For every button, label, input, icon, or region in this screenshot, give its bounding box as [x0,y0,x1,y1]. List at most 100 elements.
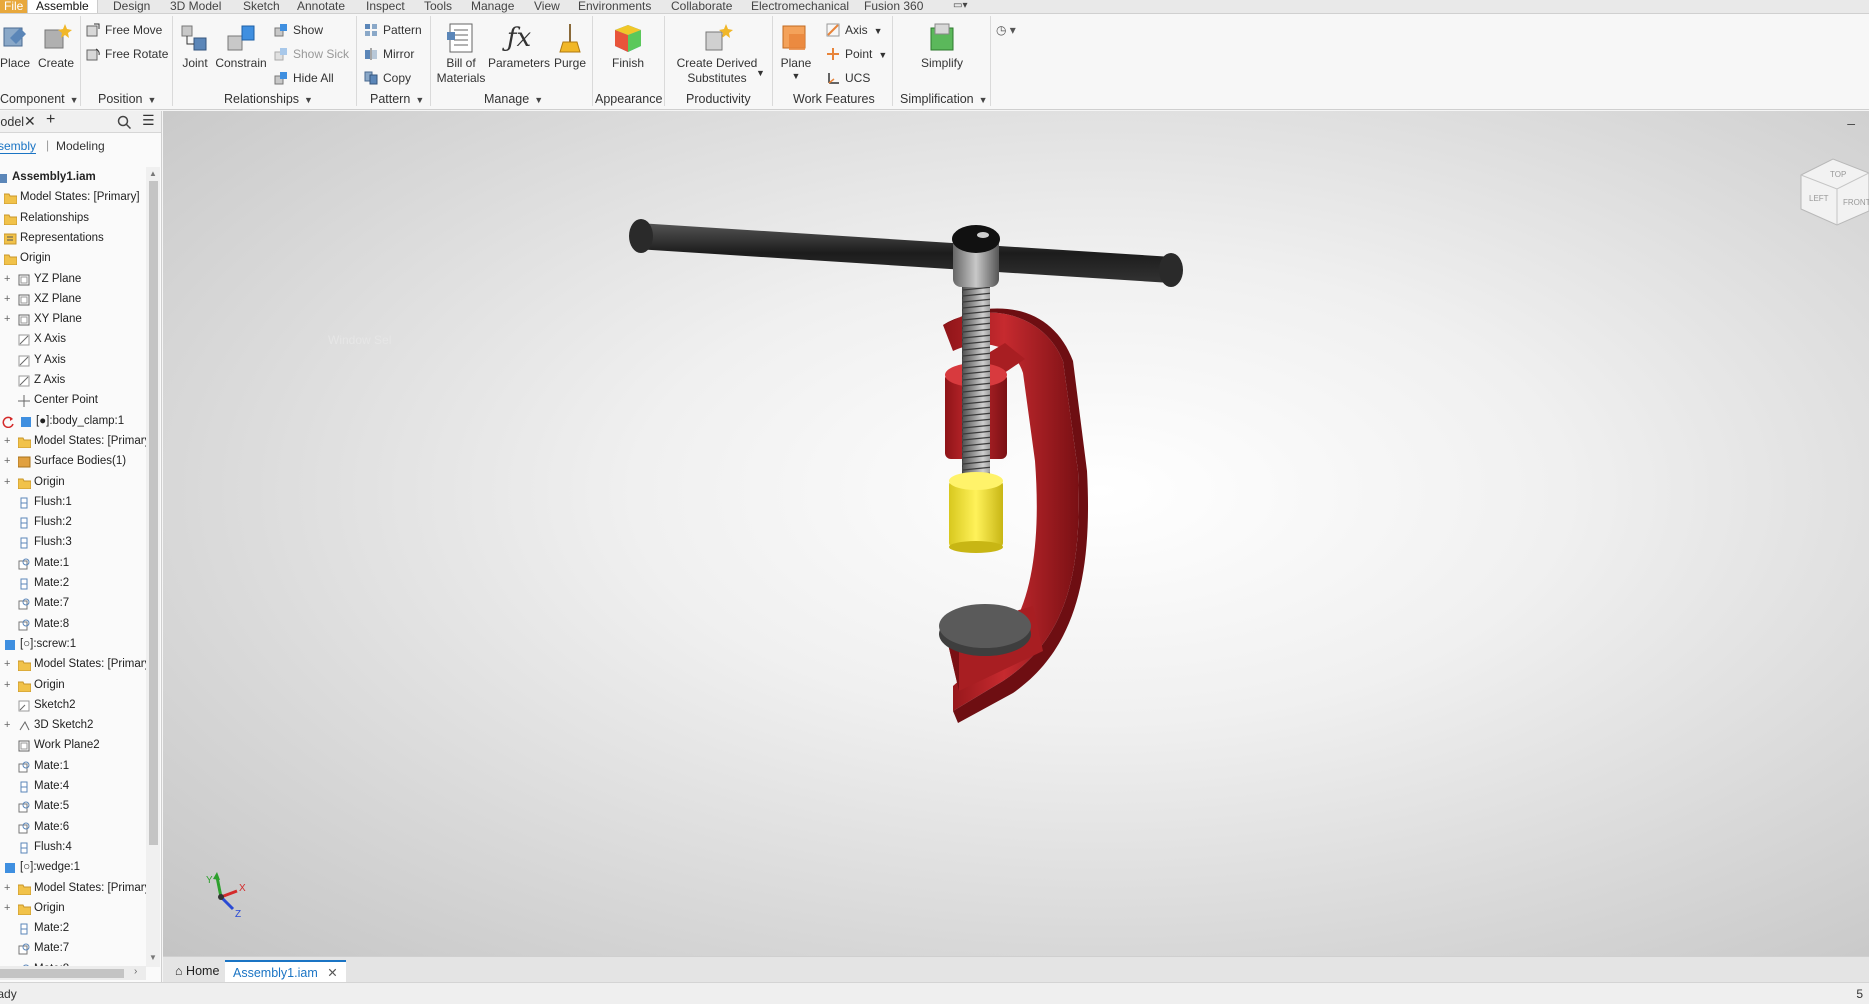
tab-sketch[interactable]: Sketch [243,0,280,13]
expand-icon[interactable]: + [4,715,14,735]
expand-icon[interactable]: + [4,472,14,492]
tab-design[interactable]: Design [113,0,150,13]
expand-icon[interactable]: + [4,289,14,309]
tree-item[interactable]: + Model States: [Primary] [0,878,154,898]
bill-of-materials-button[interactable]: Bill of Materials [436,22,486,86]
tree-item[interactable]: Mate:1 [0,756,146,776]
tree-item[interactable]: Center Point [0,390,146,410]
tab-manage[interactable]: Manage [471,0,514,13]
group-pattern[interactable]: Pattern ▼ [370,92,424,106]
tree-item[interactable]: + Model States: [Primary] [0,431,154,451]
group-simplification[interactable]: Simplification ▼ [900,92,988,106]
tree-item[interactable]: Mate:6 [0,817,146,837]
tab-electromechanical[interactable]: Electromechanical [751,0,849,13]
search-icon[interactable] [117,115,132,132]
tab-3d-model[interactable]: 3D Model [170,0,221,13]
browser-vertical-scrollbar[interactable]: ▲ ▼ [146,167,160,967]
expand-icon[interactable]: + [4,269,14,289]
tab-file[interactable]: File [0,0,28,13]
tab-environments[interactable]: Environments [578,0,651,13]
tree-item[interactable]: + Origin [0,675,146,695]
show-sick-button[interactable]: Show Sick [274,45,349,63]
tab-collaborate[interactable]: Collaborate [671,0,732,13]
hide-all-button[interactable]: Hide All [274,69,334,87]
tree-item[interactable]: + Surface Bodies(1) [0,451,146,471]
tree-item[interactable]: Mate:7 [0,938,146,958]
tab-view[interactable]: View [534,0,560,13]
tree-item[interactable]: Flush:3 [0,532,146,552]
group-component[interactable]: Component ▼ [0,92,79,106]
close-tab-icon[interactable]: ✕ [327,966,337,980]
add-panel-icon[interactable]: + [46,111,55,129]
tree-item[interactable]: Representations [0,228,146,248]
create-button[interactable]: Create [36,22,76,71]
copy-button[interactable]: Copy [364,69,411,87]
tree-item[interactable]: + Origin [0,472,146,492]
tree-item[interactable]: Mate:8 [0,614,146,634]
tab-fusion-360[interactable]: Fusion 360 [864,0,923,13]
tab-home[interactable]: ⌂ Home [167,960,227,982]
purge-button[interactable]: Purge [552,22,588,71]
tab-overflow-menu[interactable]: ▭▾ [953,0,967,13]
group-manage[interactable]: Manage ▼ [484,92,543,106]
group-position[interactable]: Position ▼ [98,92,156,106]
tree-item[interactable]: [○]:screw:1 [0,634,146,654]
create-derived-substitutes-button[interactable]: Create Derived Substitutes [670,22,764,86]
close-panel-icon[interactable]: ✕ [24,113,36,130]
tree-item[interactable]: Y Axis [0,350,146,370]
tree-item[interactable]: Sketch2 [0,695,146,715]
tree-item[interactable]: Mate:4 [0,776,146,796]
plane-button[interactable]: Plane ▼ [776,22,816,81]
group-relationships[interactable]: Relationships ▼ [224,92,313,106]
tree-item[interactable]: + YZ Plane [0,269,146,289]
expand-icon[interactable]: + [4,675,14,695]
tree-item[interactable]: Mate:2 [0,918,146,938]
tree-item[interactable]: Origin [0,248,146,268]
tree-item[interactable]: Flush:2 [0,512,146,532]
tab-assemble[interactable]: Assemble [27,0,98,13]
pattern-button[interactable]: Pattern [364,21,422,39]
tree-item[interactable]: [●]:body_clamp:1 [0,411,146,431]
point-button[interactable]: Point ▼ [826,45,887,63]
place-button[interactable]: Place [0,22,30,71]
joint-button[interactable]: Joint [178,22,212,71]
expand-icon[interactable]: + [4,431,14,451]
scroll-down-icon[interactable]: ▼ [149,953,157,962]
tab-assembly-browser[interactable]: Assembly [0,139,37,154]
ucs-button[interactable]: UCS [826,69,870,87]
tree-item[interactable]: Mate:1 [0,553,146,573]
tab-modeling-browser[interactable]: Modeling [56,139,105,153]
tree-item[interactable]: Z Axis [0,370,146,390]
scroll-right-icon[interactable]: › [134,966,137,977]
axis-button[interactable]: Axis ▼ [826,21,883,39]
ribbon-options-button[interactable]: ◷ ▾ [996,21,1016,39]
tree-item[interactable]: X Axis [0,329,146,349]
tree-item[interactable]: + Model States: [Primary] [0,654,154,674]
parameters-button[interactable]: ƒx Parameters [488,22,550,71]
tree-item[interactable]: Assembly1.iam [0,167,146,187]
tree-item[interactable]: [○]:wedge:1 [0,857,146,877]
screw-thread[interactable] [962,271,990,491]
expand-icon[interactable]: + [4,451,14,471]
scrollbar-thumb[interactable] [0,969,124,978]
expand-icon[interactable]: + [4,898,14,918]
tree-item[interactable]: Mate:5 [0,796,146,816]
t-handle[interactable] [629,219,1183,287]
tree-item[interactable]: + XZ Plane [0,289,146,309]
c-clamp-model[interactable] [163,111,1869,956]
tree-item[interactable]: Mate:2 [0,573,146,593]
tree-item[interactable]: + Origin [0,898,146,918]
expand-icon[interactable]: + [4,654,14,674]
mirror-button[interactable]: Mirror [364,45,414,63]
tree-item[interactable]: Work Plane2 [0,735,146,755]
hamburger-menu-icon[interactable]: ☰ [142,112,155,129]
tree-item[interactable]: Relationships [0,208,146,228]
scroll-up-icon[interactable]: ▲ [149,169,157,178]
tree-item[interactable]: Flush:1 [0,492,146,512]
tab-annotate[interactable]: Annotate [297,0,345,13]
tab-tools[interactable]: Tools [424,0,452,13]
productivity-dropdown[interactable]: ▼ [756,64,765,82]
scrollbar-thumb[interactable] [149,181,158,845]
tab-assembly1[interactable]: Assembly1.iam ✕ [225,960,346,982]
tab-inspect[interactable]: Inspect [366,0,405,13]
